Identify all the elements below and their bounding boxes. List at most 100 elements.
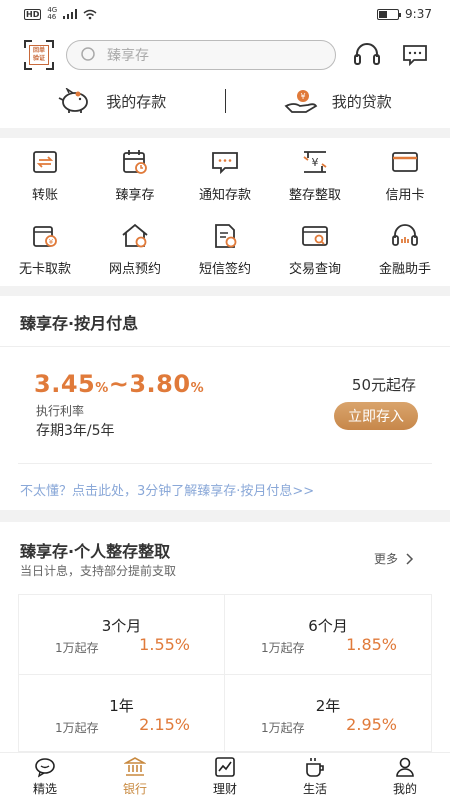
quick-action-grid: 转账 臻享存 通知存款 ¥ 整存整取 信用卡 ¥ 无卡取款 网点预约 短信签约 …	[0, 138, 450, 286]
term-name: 1年	[109, 697, 134, 715]
quick-label: 转账	[31, 188, 58, 203]
bottom-tab-bar: 精选 银行 理财 生活 我的	[0, 752, 450, 800]
hd-indicator: HD	[24, 8, 42, 20]
term-rate: 2.95%	[346, 715, 397, 734]
bank-icon	[124, 757, 146, 776]
term-name: 3个月	[101, 617, 142, 635]
card-title: 臻享存·按月付息	[20, 314, 139, 333]
rate-label: 执行利率	[36, 404, 85, 418]
min-deposit: 50元起存	[351, 376, 416, 394]
quick-label: 短信签约	[198, 262, 251, 277]
customer-service-button[interactable]	[352, 40, 382, 70]
quick-sms-sign[interactable]: 短信签约	[180, 222, 270, 296]
credit-card-icon	[392, 152, 418, 172]
tab-featured[interactable]: 精选	[0, 753, 90, 800]
rate-panel[interactable]: 3.45%~3.80% 执行利率 存期3年/5年 50元起存 立即存入	[18, 354, 432, 464]
coffee-icon	[306, 758, 324, 777]
net-bottom: 46	[47, 13, 57, 21]
network-indicator: 4G 46	[47, 7, 57, 21]
status-bar: HD 4G 46 9:37	[0, 0, 450, 28]
quick-finance-assistant[interactable]: 金融助手	[360, 222, 450, 296]
hand-coin-icon: ¥	[284, 90, 318, 113]
quick-zhenxiangcun[interactable]: 臻享存	[90, 148, 180, 222]
tab-label: 生活	[302, 782, 327, 796]
rate-low: 3.45	[34, 370, 96, 398]
signal-icon	[63, 9, 78, 19]
term-cell[interactable]: 1年 1万起存 2.15%	[19, 675, 225, 753]
calendar-icon	[123, 150, 147, 174]
quick-cardless-withdraw[interactable]: ¥ 无卡取款	[0, 222, 90, 296]
term-rate: 1.55%	[139, 635, 190, 654]
account-row: 我的存款 ¥ 我的贷款	[0, 86, 450, 116]
fixed-deposit-card: 臻享存·个人整存整取 当日计息，支持部分提前支取 更多 3个月 1万起存 1.5…	[0, 522, 450, 753]
rate-range: 3.45%~3.80%	[34, 370, 204, 398]
sms-sign-icon	[215, 224, 237, 248]
deposit-now-button[interactable]: 立即存入	[334, 402, 418, 430]
wifi-icon	[83, 9, 97, 19]
battery-icon	[377, 8, 402, 20]
quick-label: 信用卡	[385, 188, 425, 203]
my-loan-label: 我的贷款	[331, 92, 392, 111]
my-loan-button[interactable]: ¥ 我的贷款	[226, 88, 450, 114]
quick-transaction-search[interactable]: 交易查询	[270, 222, 360, 296]
divider	[0, 346, 450, 347]
chart-icon	[215, 757, 235, 777]
receipt-verify-button[interactable]: 回单 验证	[24, 40, 54, 70]
term-rate: 2.15%	[139, 715, 190, 734]
term-min: 1万起存	[261, 721, 305, 735]
quick-label: 臻享存	[115, 188, 155, 203]
scan-frame-icon	[24, 40, 54, 70]
rate-sep: ~	[108, 370, 130, 398]
headset-icon	[354, 43, 380, 65]
message-icon	[212, 152, 238, 175]
term-min: 1万起存	[261, 641, 305, 655]
tab-label: 精选	[32, 782, 57, 796]
term-cell[interactable]: 2年 1万起存 2.95%	[225, 675, 431, 753]
piggy-bank-icon	[58, 88, 89, 113]
more-link[interactable]: 更多	[374, 550, 414, 567]
tab-wealth[interactable]: 理财	[180, 753, 270, 800]
yuan-exchange-icon: ¥	[303, 151, 327, 173]
tab-me[interactable]: 我的	[360, 753, 450, 800]
term-grid: 3个月 1万起存 1.55% 6个月 1万起存 1.85% 1年 1万起存 2.…	[18, 594, 432, 753]
quick-label: 金融助手	[378, 262, 431, 277]
tab-life[interactable]: 生活	[270, 753, 360, 800]
my-deposit-button[interactable]: 我的存款	[0, 88, 225, 114]
search-icon	[81, 47, 95, 61]
quick-fixed-deposit[interactable]: ¥ 整存整取	[270, 148, 360, 222]
learn-more-link[interactable]: 不太懂？点击此处，3分钟了解臻享存·按月付息>>	[20, 480, 314, 499]
status-time: 9:37	[405, 7, 432, 21]
tab-label: 银行	[122, 782, 147, 796]
term-cell[interactable]: 6个月 1万起存 1.85%	[225, 595, 431, 675]
quick-transfer[interactable]: 转账	[0, 148, 90, 222]
svg-text:¥: ¥	[300, 92, 305, 101]
quick-credit-card[interactable]: 信用卡	[360, 148, 450, 222]
rate-high-pct: %	[190, 381, 205, 396]
monthly-interest-card: 臻享存·按月付息 3.45%~3.80% 执行利率 存期3年/5年 50元起存 …	[0, 296, 450, 510]
svg-text:¥: ¥	[312, 156, 319, 169]
cardless-withdraw-icon: ¥	[33, 226, 57, 247]
search-input[interactable]: 臻享存	[66, 40, 336, 70]
tab-label: 理财	[212, 782, 237, 796]
term-cell[interactable]: 3个月 1万起存 1.55%	[19, 595, 225, 675]
svg-text:¥: ¥	[49, 238, 54, 246]
card-title: 臻享存·个人整存整取	[20, 542, 171, 561]
quick-label: 通知存款	[198, 188, 251, 203]
tab-label: 我的	[392, 782, 417, 796]
term-name: 6个月	[308, 617, 348, 635]
term-min: 1万起存	[55, 721, 99, 735]
rate-term: 存期3年/5年	[36, 423, 115, 439]
quick-label: 交易查询	[288, 262, 341, 277]
transfer-icon	[33, 151, 57, 173]
status-left: HD 4G 46	[24, 7, 97, 21]
tab-bank[interactable]: 银行	[90, 753, 180, 800]
message-icon	[403, 45, 427, 67]
messages-button[interactable]	[400, 40, 430, 70]
chevron-right-icon	[406, 552, 414, 565]
rate-high: 3.80	[129, 370, 191, 398]
quick-notice-deposit[interactable]: 通知存款	[180, 148, 270, 222]
quick-branch-appointment[interactable]: 网点预约	[90, 222, 180, 296]
term-rate: 1.85%	[346, 635, 397, 654]
quick-label: 网点预约	[108, 262, 161, 277]
headset-icon	[392, 224, 418, 246]
